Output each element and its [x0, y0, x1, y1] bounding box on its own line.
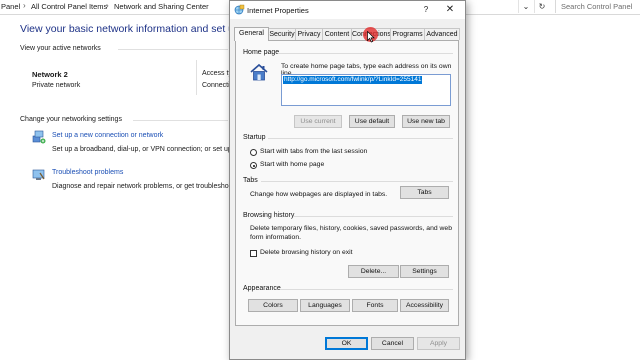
tabs-description: Change how webpages are displayed in tab… — [250, 191, 388, 198]
home-page-url-text: http://go.microsoft.com/fwlink/p/?LinkId… — [283, 76, 423, 84]
internet-options-icon — [234, 4, 245, 15]
change-settings-label: Change your networking settings — [20, 116, 122, 123]
appearance-group-label: Appearance — [243, 285, 281, 292]
delete-history-button[interactable]: Delete... — [348, 265, 399, 278]
languages-button[interactable]: Languages — [300, 299, 350, 312]
startup-last-session-label[interactable]: Start with tabs from the last session — [260, 148, 367, 155]
group-divider — [261, 181, 453, 182]
group-divider — [278, 53, 453, 54]
use-current-button[interactable]: Use current — [294, 115, 342, 128]
apply-button[interactable]: Apply — [417, 337, 460, 350]
active-networks-label: View your active networks — [20, 45, 101, 52]
group-divider — [280, 289, 453, 290]
divider — [133, 120, 228, 121]
startup-last-session-radio[interactable] — [250, 149, 257, 156]
tab-general[interactable]: General — [234, 27, 269, 41]
dialog-title: Internet Properties — [247, 6, 309, 15]
new-connection-icon — [32, 130, 46, 144]
delete-on-exit-label[interactable]: Delete browsing history on exit — [260, 249, 353, 256]
breadcrumb-network-center[interactable]: Network and Sharing Center — [114, 2, 209, 11]
troubleshoot-desc: Diagnose and repair network problems, or… — [52, 183, 233, 190]
tab-privacy[interactable]: Privacy — [295, 28, 323, 40]
tabs-button[interactable]: Tabs — [400, 186, 449, 199]
browsing-history-desc-1: Delete temporary files, history, cookies… — [250, 225, 452, 232]
tabs-group-label: Tabs — [243, 177, 258, 184]
startup-group-label: Startup — [243, 134, 266, 141]
startup-home-page-label[interactable]: Start with home page — [260, 161, 324, 168]
breadcrumb-separator-icon: › — [23, 1, 26, 10]
troubleshoot-link[interactable]: Troubleshoot problems — [52, 169, 123, 176]
home-page-group-label: Home page — [243, 49, 280, 56]
help-button[interactable]: ? — [420, 4, 432, 16]
history-settings-button[interactable]: Settings — [400, 265, 449, 278]
home-page-house-icon — [250, 63, 268, 81]
startup-home-page-radio[interactable] — [250, 162, 257, 169]
troubleshoot-icon — [32, 169, 45, 180]
colors-button[interactable]: Colors — [248, 299, 298, 312]
tab-strip: General Security Privacy Content Connect… — [233, 27, 461, 41]
setup-connection-link[interactable]: Set up a new connection or network — [52, 132, 163, 139]
group-divider — [268, 138, 453, 139]
accessibility-button[interactable]: Accessibility — [400, 299, 449, 312]
use-default-button[interactable]: Use default — [349, 115, 395, 128]
network-type: Private network — [32, 82, 81, 89]
breadcrumb-control-panel[interactable]: Panel — [1, 2, 20, 11]
divider — [118, 49, 228, 50]
breadcrumb-separator-icon: › — [106, 1, 109, 10]
tab-content[interactable]: Content — [322, 28, 352, 40]
use-new-tab-button[interactable]: Use new tab — [402, 115, 450, 128]
refresh-icon[interactable]: ↻ — [534, 0, 549, 13]
internet-properties-dialog: Internet Properties ? ✕ General Security… — [229, 0, 466, 360]
search-placeholder: Search Control Panel — [561, 2, 633, 11]
breadcrumb-all-items[interactable]: All Control Panel Items — [31, 2, 107, 11]
fonts-button[interactable]: Fonts — [352, 299, 398, 312]
tab-programs[interactable]: Programs — [390, 28, 425, 40]
connections-label: Connecti — [202, 82, 230, 89]
delete-on-exit-checkbox[interactable] — [250, 250, 257, 257]
access-type-label: Access ty — [202, 70, 232, 77]
close-button[interactable]: ✕ — [443, 3, 457, 17]
dropdown-icon[interactable]: ⌄ — [518, 0, 533, 13]
search-input[interactable]: Search Control Panel — [555, 0, 640, 13]
network-name: Network 2 — [32, 70, 68, 79]
browsing-history-desc-2: form information. — [250, 234, 301, 241]
dialog-titlebar[interactable]: Internet Properties ? ✕ — [230, 1, 465, 19]
cancel-button[interactable]: Cancel — [371, 337, 414, 350]
setup-connection-desc: Set up a broadband, dial-up, or VPN conn… — [52, 146, 232, 153]
ok-button[interactable]: OK — [325, 337, 368, 350]
general-tab-panel: Home page To create home page tabs, type… — [235, 40, 459, 326]
tab-security[interactable]: Security — [268, 28, 296, 40]
divider — [196, 60, 197, 95]
tab-advanced[interactable]: Advanced — [424, 28, 460, 40]
mouse-pointer-icon — [367, 31, 375, 43]
page-title: View your basic network information and … — [20, 23, 260, 35]
browsing-history-group-label: Browsing history — [243, 212, 295, 219]
group-divider — [294, 216, 453, 217]
home-page-url-input[interactable]: http://go.microsoft.com/fwlink/p/?LinkId… — [281, 74, 451, 106]
